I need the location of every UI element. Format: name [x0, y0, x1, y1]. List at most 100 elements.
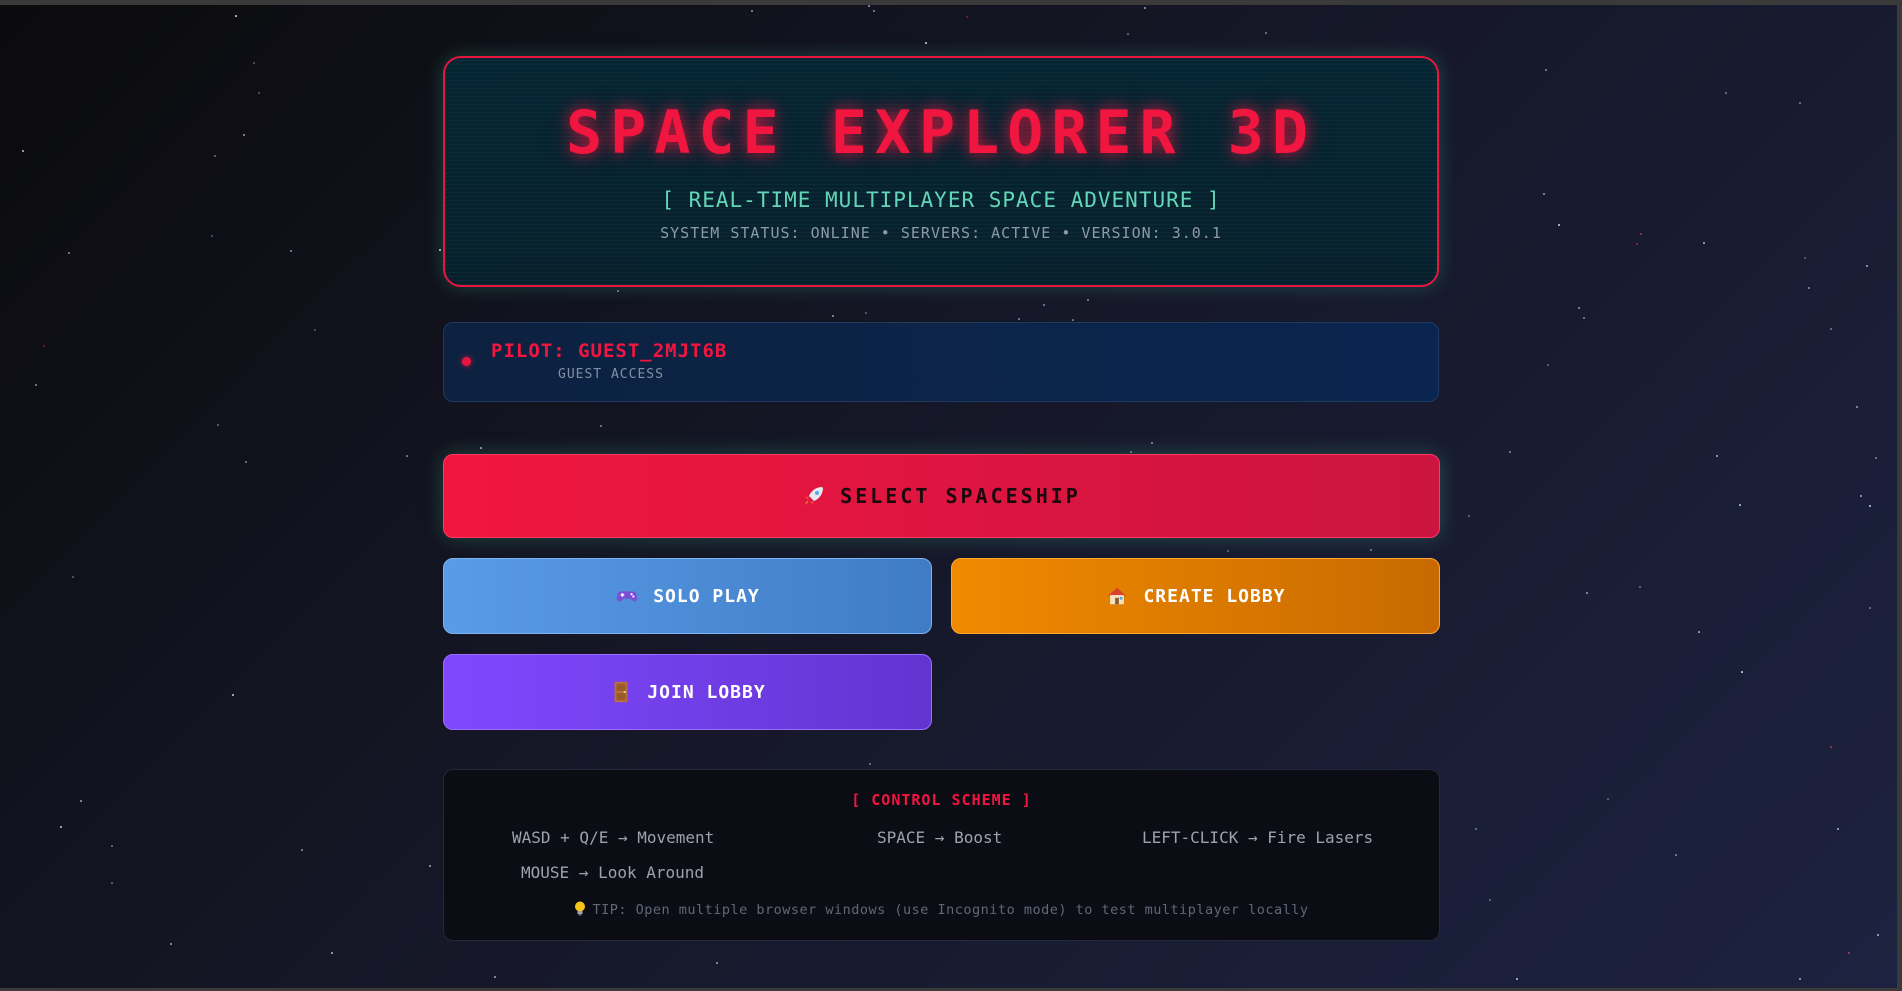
star-dot [1703, 242, 1705, 244]
star-dot [494, 976, 496, 978]
star-dot [1018, 318, 1020, 320]
star-dot [22, 150, 24, 152]
star-dot [1545, 69, 1547, 71]
star-dot [1837, 828, 1839, 830]
control-look: MOUSE → Look Around [521, 863, 705, 882]
star-dot [1640, 233, 1642, 235]
house-icon [1105, 584, 1129, 608]
star-dot [1586, 592, 1588, 594]
create-lobby-label: CREATE LOBBY [1143, 585, 1286, 607]
star-dot [1583, 317, 1585, 319]
star-dot [243, 134, 245, 136]
star-dot [1227, 550, 1229, 552]
star-dot [1144, 7, 1146, 9]
star-dot [406, 455, 408, 457]
star-dot [1468, 515, 1470, 517]
select-spaceship-label: SELECT SPACESHIP [840, 484, 1081, 508]
star-dot [1516, 978, 1518, 980]
star-dot [1265, 32, 1267, 34]
star-dot [429, 865, 431, 867]
header-panel: SPACE EXPLORER 3D [ REAL-TIME MULTIPLAYE… [443, 56, 1439, 287]
star-dot [1558, 224, 1560, 226]
gamepad-icon [615, 584, 639, 608]
tip-line: TIP: Open multiple browser windows (use … [444, 901, 1439, 920]
star-dot [232, 694, 234, 696]
star-dot [966, 16, 968, 18]
star-dot [1578, 307, 1580, 309]
star-dot [35, 384, 37, 386]
control-fire: LEFT-CLICK → Fire Lasers [1142, 828, 1374, 847]
star-dot [80, 800, 82, 802]
pilot-info-panel: PILOT: GUEST_2MJT6B GUEST ACCESS [443, 322, 1439, 402]
star-dot [1639, 586, 1641, 588]
star-dot [617, 290, 619, 292]
create-lobby-button[interactable]: CREATE LOBBY [951, 558, 1440, 634]
star-dot [290, 250, 292, 252]
solo-play-label: SOLO PLAY [653, 585, 760, 607]
star-dot [245, 461, 247, 463]
control-scheme-panel: [ CONTROL SCHEME ] WASD + Q/E → Movement… [443, 769, 1440, 941]
star-dot [1869, 505, 1871, 507]
star-dot [865, 312, 867, 314]
star-dot [1489, 899, 1491, 901]
lightbulb-icon [574, 901, 586, 920]
star-dot [832, 315, 834, 317]
star-dot [600, 425, 602, 427]
star-dot [716, 962, 718, 964]
star-dot [1848, 952, 1850, 954]
star-dot [1698, 631, 1700, 633]
star-dot [258, 92, 260, 94]
pilot-name: PILOT: GUEST_2MJT6B [491, 340, 728, 362]
join-lobby-label: JOIN LOBBY [647, 681, 766, 703]
star-dot [1151, 442, 1153, 444]
rocket-icon [802, 484, 826, 508]
star-dot [1866, 265, 1868, 267]
star-dot [1087, 299, 1089, 301]
star-dot [925, 42, 927, 44]
star-dot [1130, 451, 1132, 453]
star-dot [214, 155, 216, 157]
star-dot [1799, 102, 1801, 104]
select-spaceship-button[interactable]: SELECT SPACESHIP [443, 454, 1440, 538]
star-dot [1869, 607, 1871, 609]
star-dot [1741, 671, 1743, 673]
pilot-access-level: GUEST ACCESS [558, 367, 664, 382]
star-dot [1875, 457, 1877, 459]
game-title: SPACE EXPLORER 3D [565, 98, 1317, 168]
star-dot [751, 10, 753, 12]
star-dot [1127, 33, 1129, 35]
star-dot [1607, 798, 1609, 800]
star-dot [68, 252, 70, 254]
tip-text: TIP: Open multiple browser windows (use … [592, 902, 1309, 918]
star-dot [1072, 319, 1074, 321]
join-lobby-button[interactable]: JOIN LOBBY [443, 654, 932, 730]
star-dot [217, 424, 219, 426]
star-dot [1799, 978, 1801, 980]
star-dot [314, 329, 316, 331]
star-dot [439, 249, 441, 251]
solo-play-button[interactable]: SOLO PLAY [443, 558, 932, 634]
star-dot [235, 15, 237, 17]
star-dot [43, 345, 45, 347]
star-dot [1830, 746, 1832, 748]
control-movement: WASD + Q/E → Movement [512, 828, 715, 847]
star-dot [211, 235, 213, 237]
star-dot [111, 845, 113, 847]
star-dot [1830, 328, 1832, 330]
star-dot [1370, 549, 1372, 551]
star-dot [60, 826, 62, 828]
star-dot [1877, 934, 1879, 936]
star-dot [331, 952, 333, 954]
star-dot [1860, 495, 1862, 497]
star-dot [1543, 193, 1545, 195]
star-dot [1739, 504, 1741, 506]
control-scheme-title: [ CONTROL SCHEME ] [851, 791, 1032, 809]
star-dot [301, 849, 303, 851]
star-dot [1808, 287, 1810, 289]
control-boost: SPACE → Boost [877, 828, 1003, 847]
star-dot [873, 10, 875, 12]
door-icon [609, 680, 633, 704]
star-dot [1856, 406, 1858, 408]
star-dot [72, 576, 74, 578]
system-status-line: SYSTEM STATUS: ONLINE • SERVERS: ACTIVE … [660, 224, 1222, 242]
